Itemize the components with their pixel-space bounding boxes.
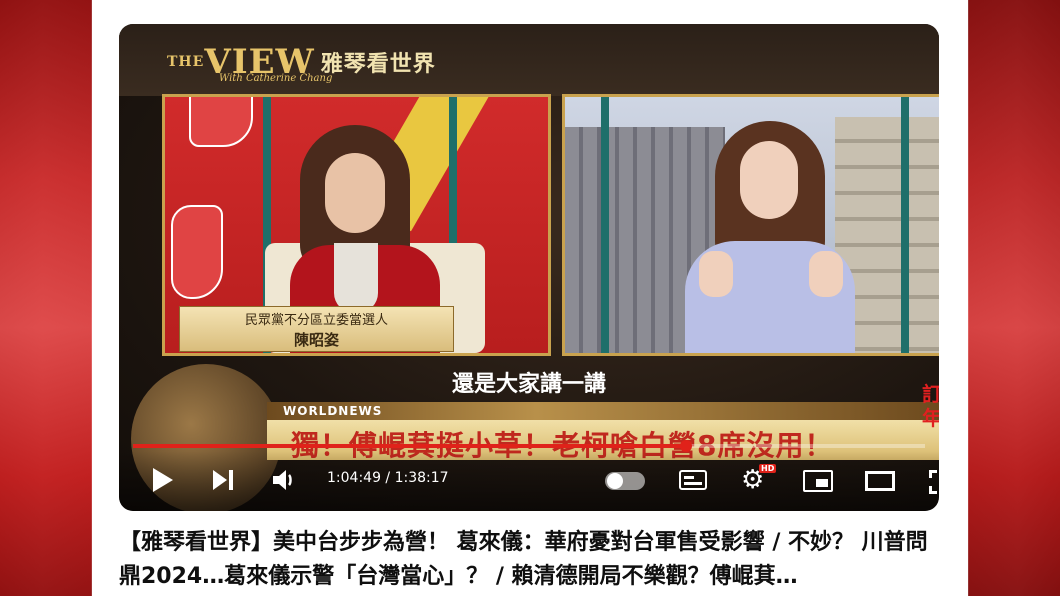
taiwan-map-shape — [189, 97, 253, 147]
miniplayer-inner — [816, 479, 828, 487]
left-background-blur — [0, 0, 92, 596]
next-icon-triangle — [213, 470, 227, 490]
host-hand — [809, 251, 843, 297]
logo-zh-title: 雅琴看世界 — [320, 51, 436, 77]
subtitles-icon[interactable] — [679, 470, 707, 490]
theater-mode-icon[interactable] — [865, 471, 895, 491]
video-player[interactable]: THEVIEW 雅琴看世界 With Catherine Chang 民眾黨不分區… — [119, 24, 939, 511]
toggle-knob — [607, 473, 623, 489]
host-face — [740, 141, 798, 219]
next-icon[interactable] — [213, 470, 237, 490]
host-hand — [699, 251, 733, 297]
progress-scrubber[interactable] — [679, 440, 692, 452]
guest-scarf — [334, 243, 378, 313]
volume-icon[interactable] — [271, 468, 299, 492]
miniplayer-icon[interactable] — [803, 470, 833, 492]
channel-logo: 訂閱年代 — [922, 382, 939, 430]
logo-the: THE — [167, 54, 205, 70]
progress-fill — [133, 444, 686, 448]
speech-subtitle: 還是大家講一講 — [451, 372, 606, 397]
news-label: WORLDNEWS — [283, 404, 383, 418]
video-card: THEVIEW 雅琴看世界 With Catherine Chang 民眾黨不分區… — [92, 0, 968, 596]
hd-badge: HD — [759, 464, 777, 473]
cc-line — [684, 476, 694, 479]
logo-subtitle: With Catherine Chang — [219, 73, 333, 84]
progress-bar[interactable] — [133, 440, 925, 452]
guest-name: 陳昭姿 — [293, 331, 339, 349]
cc-line — [684, 482, 702, 485]
map-shape — [171, 205, 223, 299]
play-icon[interactable] — [153, 468, 173, 492]
guest-role: 民眾黨不分區立委當選人 — [244, 313, 388, 328]
fs-corner — [929, 486, 937, 494]
volume-icon-svg — [273, 470, 292, 490]
host-person — [685, 121, 855, 353]
right-background-blur — [968, 0, 1060, 596]
host-video-panel — [562, 94, 939, 356]
next-icon-bar — [229, 470, 233, 490]
guest-face — [325, 153, 385, 233]
video-title[interactable]: 【雅琴看世界】美中台步步為營！ 葛來儀：華府憂對台軍售受影響 / 不妙？ 川普問… — [119, 526, 949, 594]
fullscreen-icon[interactable] — [929, 470, 939, 494]
news-bar: WORLDNEWS — [267, 402, 939, 420]
teal-bar — [601, 97, 609, 353]
teal-bar — [901, 97, 909, 353]
autoplay-toggle[interactable] — [605, 472, 645, 490]
time-display: 1:04:49 / 1:38:17 — [327, 470, 449, 486]
guest-name-caption: 民眾黨不分區立委當選人 陳昭姿 — [179, 306, 454, 352]
fs-corner — [929, 470, 937, 478]
